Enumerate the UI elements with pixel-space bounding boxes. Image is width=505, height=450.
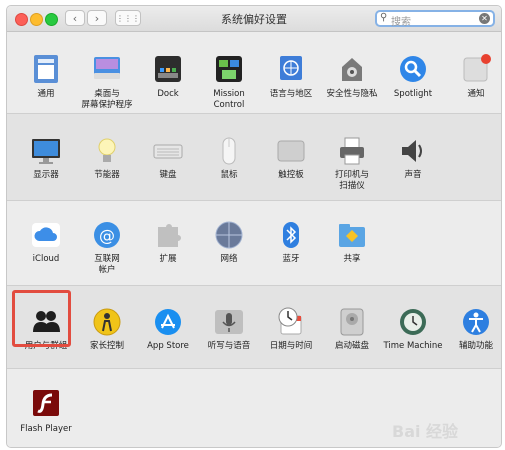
pref-item-parental-controls[interactable]: 家长控制 [74,306,140,362]
pref-item-extensions[interactable]: 扩展 [135,219,201,275]
pref-item-accessibility[interactable]: 辅助功能 [443,306,501,362]
pref-item-label: 通知 [467,89,485,99]
network-icon [215,221,243,249]
energy-saver-icon [98,138,116,162]
pref-item-app-store[interactable]: App Store [135,306,201,362]
pref-item-internet-accounts[interactable]: @ 互联网 帐户 [74,219,140,275]
flash-player-icon [33,390,59,416]
pref-item-language-region[interactable]: 语言与地区 [258,53,324,109]
notifications-icon [463,54,491,82]
trackpad-icon [277,140,305,162]
pref-item-displays[interactable]: 显示器 [13,135,79,191]
svg-text:@: @ [99,226,115,245]
displays-icon [32,139,60,164]
internet-accounts-icon: @ [94,222,120,248]
pref-item-sharing[interactable]: 共享 [319,219,385,275]
search-icon: ⚲ [380,12,388,23]
pref-item-flash-player[interactable]: Flash Player [13,387,79,443]
spotlight-icon [400,56,426,82]
accessibility-icon [463,309,489,335]
pref-item-keyboard[interactable]: 键盘 [135,135,201,191]
search-placeholder: 搜索 [391,17,411,28]
pref-item-printer[interactable]: 打印机与 扫描仪 [319,135,385,191]
title-bar: ‹ › ⋮⋮⋮ 系统偏好设置 ⚲ 搜索 ✕ [7,6,501,32]
pref-item-sound[interactable]: 声音 [380,135,446,191]
time-machine-icon [400,309,426,335]
pref-item-label: 共享 [343,254,361,264]
pref-item-label: Flash Player [20,424,72,434]
sharing-icon [339,224,365,247]
pref-item-time-machine[interactable]: Time Machine [380,306,446,362]
pref-item-bluetooth[interactable]: 蓝牙 [258,219,324,275]
parental-controls-icon [93,308,121,336]
dictation-icon [215,310,243,334]
clear-search-icon[interactable]: ✕ [479,13,490,24]
startup-disk-icon [340,308,364,336]
highlight-box [12,290,71,347]
pref-item-dictation[interactable]: 听写与语音 [196,306,262,362]
search-field[interactable]: ⚲ 搜索 ✕ [375,10,495,28]
pref-item-date-time[interactable]: 日期与时间 [258,306,324,362]
pref-item-security[interactable]: 安全性与隐私 [319,53,385,109]
desktop-icon [94,57,120,79]
pref-item-label: 辅助功能 [458,341,493,351]
pref-item-mission-control[interactable]: Mission Control [196,53,262,110]
mouse-icon [222,137,236,165]
pref-item-network[interactable]: 网络 [196,219,262,275]
system-preferences-window: ‹ › ⋮⋮⋮ 系统偏好设置 ⚲ 搜索 ✕ 通用 桌面与 屏幕保护程序 Dock Mi… [6,5,502,448]
keyboard-icon [153,144,183,159]
pref-item-energy-saver[interactable]: 节能器 [74,135,140,191]
bluetooth-icon [283,222,299,248]
pref-item-spotlight[interactable]: Spotlight [380,53,446,109]
mission-control-icon [216,56,242,82]
pref-item-label: 声音 [404,170,422,180]
security-icon [342,58,362,81]
pref-item-desktop[interactable]: 桌面与 屏幕保护程序 [74,53,140,110]
icloud-icon [32,223,60,247]
sound-icon [402,140,422,162]
pref-item-mouse[interactable]: 鼠标 [196,135,262,191]
language-region-icon [280,56,302,80]
extensions-icon [158,224,181,247]
date-time-icon [278,307,302,335]
general-icon [34,55,58,83]
app-store-icon [155,309,181,335]
printer-icon [340,137,364,165]
pref-item-startup-disk[interactable]: 启动磁盘 [319,306,385,362]
watermark: Bai 经验 [392,422,459,441]
pref-item-notifications[interactable]: 通知 [443,53,501,109]
dock-icon [155,56,181,82]
